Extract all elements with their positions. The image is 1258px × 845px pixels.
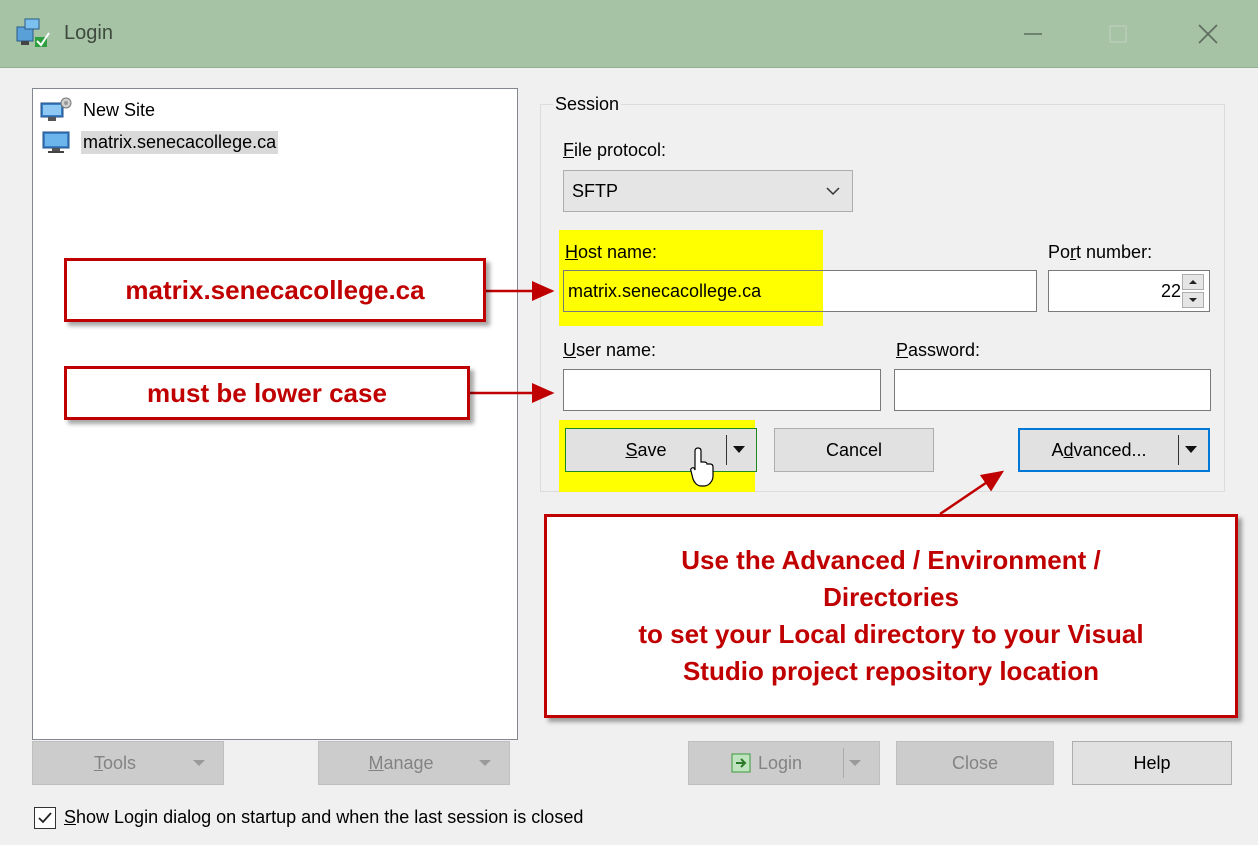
tools-button[interactable]: Tools — [32, 741, 224, 785]
user-name-callout: must be lower case — [64, 366, 470, 420]
advanced-callout-line: Use the Advanced / Environment / — [681, 545, 1101, 575]
login-dropdown-arrow-icon[interactable] — [844, 757, 866, 769]
login-icon — [731, 753, 751, 773]
annotation-arrows — [466, 281, 1005, 516]
advanced-callout-line: to set your Local directory to your Visu… — [638, 619, 1144, 649]
startup-checkbox[interactable] — [34, 807, 56, 829]
tools-label: Tools — [93, 752, 137, 773]
advanced-callout-line: Studio project repository location — [682, 656, 1100, 686]
close-button[interactable]: Close — [896, 741, 1054, 785]
host-callout: matrix.senecacollege.ca — [64, 258, 486, 322]
chevron-down-icon — [193, 760, 205, 766]
startup-checkbox-label[interactable]: Show Login dialog on startup and when th… — [64, 807, 583, 828]
checkmark-icon — [38, 812, 52, 824]
advanced-callout-line: Directories — [823, 582, 959, 612]
login-button[interactable]: Login — [688, 741, 880, 785]
chevron-down-icon — [479, 760, 491, 766]
login-content: Login — [689, 752, 843, 774]
manage-label: Manage — [368, 752, 434, 773]
manage-button[interactable]: Manage — [318, 741, 510, 785]
login-label: Login — [757, 752, 803, 773]
advanced-callout: Use the Advanced / Environment / Directo… — [544, 514, 1238, 718]
help-button[interactable]: Help — [1072, 741, 1232, 785]
